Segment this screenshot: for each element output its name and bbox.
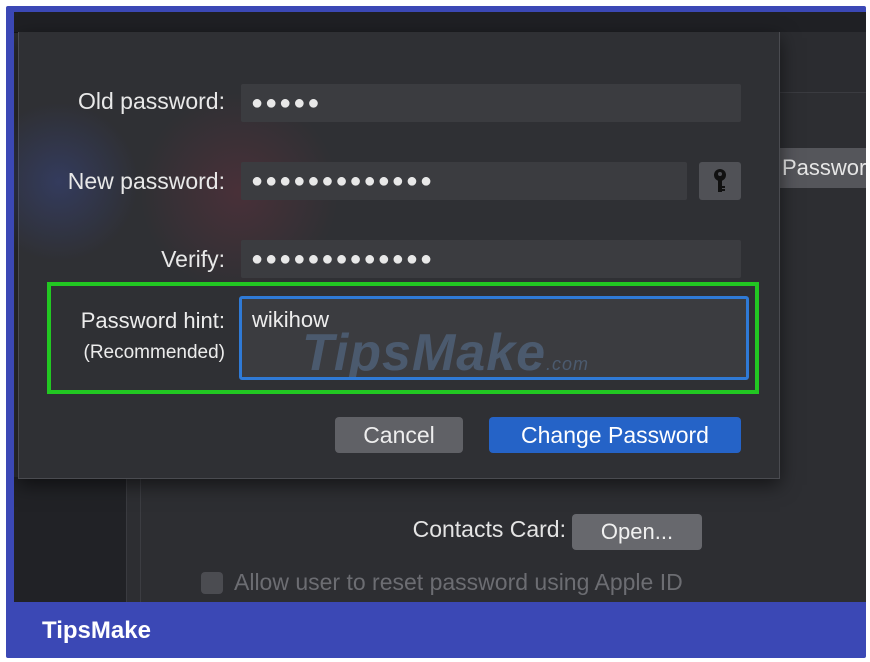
verify-password-field[interactable]: ●●●●●●●●●●●●● — [241, 240, 741, 278]
verify-label: Verify: — [161, 246, 225, 272]
background-password-button[interactable]: Passwor — [776, 148, 866, 188]
contacts-card-label: Contacts Card: — [412, 516, 566, 542]
old-password-field[interactable]: ●●●●● — [241, 84, 741, 122]
background-panel — [776, 32, 866, 93]
change-password-dialog: Old password: ●●●●● New password: ●●●●●●… — [14, 32, 780, 479]
watermark-suffix: .com — [546, 354, 590, 374]
reset-password-checkbox[interactable] — [201, 572, 223, 594]
password-assistant-button[interactable] — [699, 162, 741, 200]
background-divider — [140, 477, 141, 602]
password-hint-sublabel: (Recommended) — [83, 342, 226, 363]
background-sidebar — [14, 477, 127, 602]
new-password-label: New password: — [67, 168, 225, 194]
open-contacts-button[interactable]: Open... — [572, 514, 702, 550]
key-icon — [714, 169, 726, 192]
reset-password-label: Allow user to reset password using Apple… — [234, 569, 683, 595]
new-password-field[interactable]: ●●●●●●●●●●●●● — [241, 162, 687, 200]
brand-logo-text: TipsMake — [42, 617, 151, 644]
screenshot-area: Passwor Contacts Card: Open... Allow use… — [14, 12, 866, 602]
top-bar — [14, 12, 866, 32]
password-hint-field[interactable]: wikihow TipsMake.com — [239, 296, 749, 380]
cancel-button[interactable]: Cancel — [335, 417, 463, 453]
old-password-label: Old password: — [77, 88, 225, 114]
watermark: TipsMake.com — [302, 323, 590, 380]
change-password-button[interactable]: Change Password — [489, 417, 741, 453]
password-hint-label: Password hint: — [80, 308, 225, 333]
watermark-text: TipsMake — [302, 324, 547, 380]
